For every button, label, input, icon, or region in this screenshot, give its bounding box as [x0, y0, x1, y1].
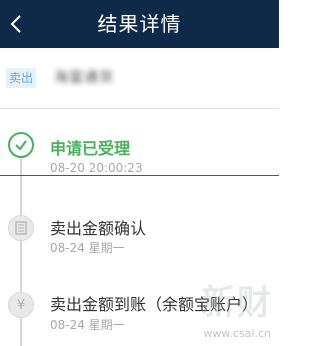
step-2-title: 卖出金额确认	[50, 219, 147, 238]
red-divider-line	[0, 175, 279, 176]
yen-icon: ¥	[8, 292, 34, 318]
watermark-url: www.csai.cn	[203, 327, 271, 340]
watermark-logo: 新财	[201, 283, 273, 323]
step-2-time: 08-24 星期一	[50, 241, 125, 255]
progress-timeline: 申请已受理 08-20 20:00:23 卖出金额确认 08-24 星期一 ¥ …	[0, 109, 279, 346]
fund-summary-row: 卖出 海富通货	[0, 48, 279, 109]
page-title: 结果详情	[97, 12, 182, 36]
step-1-title: 申请已受理	[50, 139, 131, 158]
calculator-icon	[8, 215, 34, 241]
top-navigation-bar: 结果详情	[0, 0, 279, 48]
step-3-time: 08-24 星期一	[50, 318, 125, 332]
check-circle-icon	[8, 132, 34, 158]
yen-glyph: ¥	[16, 297, 26, 313]
sell-tag: 卖出	[6, 68, 36, 88]
step-1-time: 08-20 20:00:23	[50, 161, 143, 175]
fund-name-blurred: 海富通货	[54, 70, 114, 86]
result-detail-screen: 结果详情 卖出 海富通货 申请已受理 08-20 20:00:23 卖出金额确认…	[0, 0, 279, 346]
